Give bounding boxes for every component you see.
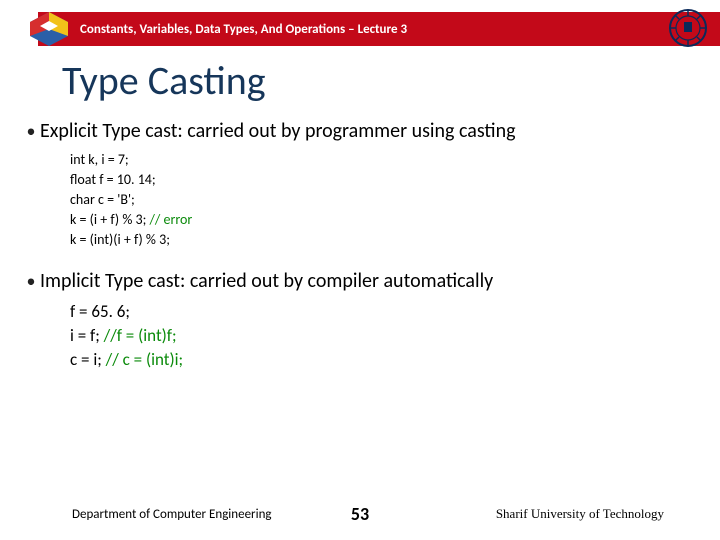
code-line: i = f; //f = (int)f; xyxy=(70,324,700,348)
code-line: c = i; // c = (int)i; xyxy=(70,348,700,372)
code-comment: // c = (int)i; xyxy=(106,349,183,370)
slide-title: Type Casting xyxy=(62,56,266,105)
code-text: i = f; xyxy=(70,325,104,346)
code-line: k = (int)(i + f) % 3; xyxy=(70,230,700,250)
bullet-dot-icon: • xyxy=(22,268,40,294)
header-title: Constants, Variables, Data Types, And Op… xyxy=(80,22,407,37)
content-area: • Explicit Type cast: carried out by pro… xyxy=(22,118,700,390)
footer-department: Department of Computer Engineering xyxy=(72,507,272,522)
bullet-implicit: • Implicit Type cast: carried out by com… xyxy=(22,268,700,294)
bullet-explicit: • Explicit Type cast: carried out by pro… xyxy=(22,118,700,144)
page-number: 53 xyxy=(351,503,369,525)
code-text: c = i; xyxy=(70,349,106,370)
code-text: k = (i + f) % 3; xyxy=(70,211,150,228)
code-line: int k, i = 7; xyxy=(70,150,700,170)
bullet-dot-icon: • xyxy=(22,118,40,144)
code-line: k = (i + f) % 3; // error xyxy=(70,210,700,230)
code-comment: // error xyxy=(150,211,193,228)
logo-left-icon xyxy=(26,6,72,52)
code-block-explicit: int k, i = 7; float f = 10. 14; char c =… xyxy=(70,150,700,250)
logo-right-icon xyxy=(668,8,708,48)
code-line: f = 65. 6; xyxy=(70,300,700,324)
code-comment: //f = (int)f; xyxy=(104,325,177,346)
code-block-implicit: f = 65. 6; i = f; //f = (int)f; c = i; /… xyxy=(70,300,700,372)
footer-university: Sharif University of Technology xyxy=(496,506,664,522)
bullet-explicit-text: Explicit Type cast: carried out by progr… xyxy=(40,118,516,144)
code-line: char c = 'B'; xyxy=(70,190,700,210)
bullet-implicit-text: Implicit Type cast: carried out by compi… xyxy=(40,268,493,294)
code-line: float f = 10. 14; xyxy=(70,170,700,190)
footer: Department of Computer Engineering 53 Sh… xyxy=(0,506,720,522)
header-bar: Constants, Variables, Data Types, And Op… xyxy=(38,12,720,46)
